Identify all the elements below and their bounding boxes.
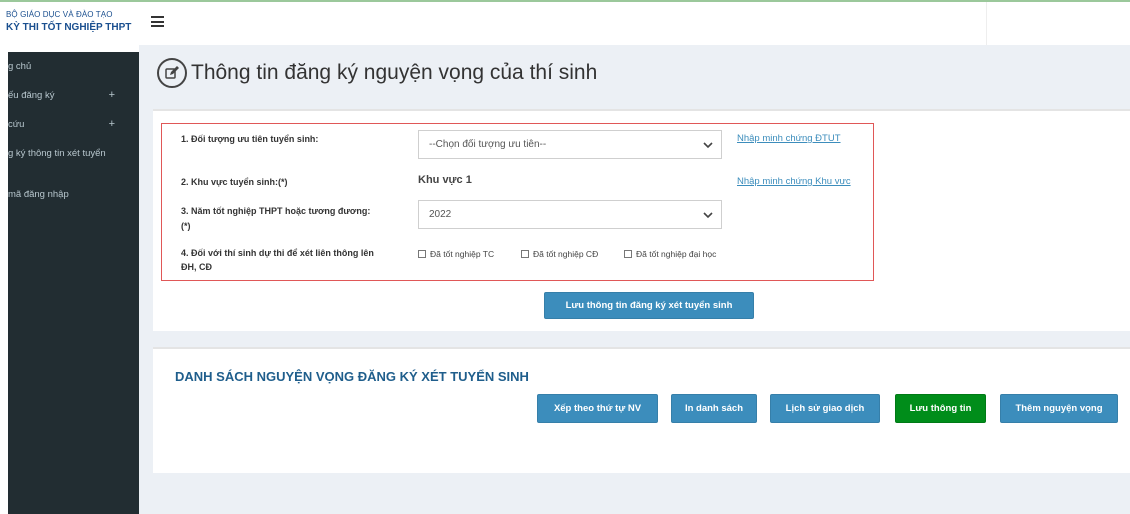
save-info-button[interactable]: Lưu thông tin xyxy=(895,394,986,423)
grad-year-select-value: 2022 xyxy=(429,209,452,220)
checkbox-cd[interactable]: Đã tốt nghiệp CĐ xyxy=(521,249,598,259)
transfer-label: 4. Đối với thí sinh dự thi để xét liên t… xyxy=(181,247,374,274)
header-divider xyxy=(986,2,987,45)
page-title: Thông tin đăng ký nguyện vọng của thí si… xyxy=(191,61,598,84)
expand-plus-icon[interactable]: + xyxy=(109,117,115,131)
priority-proof-link[interactable]: Nhập minh chứng ĐTUT xyxy=(737,133,841,144)
transfer-label-line1: 4. Đối với thí sinh dự thi để xét liên t… xyxy=(181,248,374,258)
print-list-button[interactable]: In danh sách xyxy=(671,394,757,423)
sidebar-item-label: ếu đăng ký xyxy=(8,90,55,101)
checkbox-university[interactable]: Đã tốt nghiệp đại học xyxy=(624,249,716,259)
wishlist-panel: DANH SÁCH NGUYỆN VỌNG ĐĂNG KÝ XÉT TUYỂN … xyxy=(153,347,1130,473)
sidebar-item-label: g chủ xyxy=(8,61,32,72)
main-content: Thông tin đăng ký nguyện vọng của thí si… xyxy=(139,45,1130,514)
chevron-down-icon xyxy=(703,142,713,149)
brand-logo[interactable]: BỘ GIÁO DỤC VÀ ĐÀO TẠO KỲ THI TỐT NGHIỆP… xyxy=(0,2,139,52)
brand-ministry: BỘ GIÁO DỤC VÀ ĐÀO TẠO xyxy=(6,10,113,19)
hamburger-menu-icon[interactable] xyxy=(151,16,164,27)
transaction-history-button[interactable]: Lịch sử giao dịch xyxy=(770,394,880,423)
region-proof-link[interactable]: Nhập minh chứng Khu vực xyxy=(737,176,851,187)
checkbox-label: Đã tốt nghiệp TC xyxy=(430,249,495,259)
checkbox-box[interactable] xyxy=(418,250,426,258)
checkbox-box[interactable] xyxy=(521,250,529,258)
sidebar: g chủ ếu đăng ký + cứu + g ký thông tin … xyxy=(8,52,139,514)
registration-info-panel: 1. Đối tượng ưu tiên tuyển sinh: --Chọn … xyxy=(153,109,1130,331)
checkbox-label: Đã tốt nghiệp đại học xyxy=(636,249,717,259)
wishlist-title: DANH SÁCH NGUYỆN VỌNG ĐĂNG KÝ XÉT TUYỂN … xyxy=(175,369,529,384)
edit-icon xyxy=(157,58,187,88)
page-header: Thông tin đăng ký nguyện vọng của thí si… xyxy=(157,57,597,89)
sidebar-item-login-code[interactable]: mã đăng nhập xyxy=(8,180,139,209)
priority-select-value: --Chọn đối tượng ưu tiên-- xyxy=(429,139,547,150)
sidebar-item-label: g ký thông tin xét tuyển xyxy=(8,148,106,159)
checkbox-tc[interactable]: Đã tốt nghiệp TC xyxy=(418,249,494,259)
checkbox-box[interactable] xyxy=(624,250,632,258)
grad-year-select[interactable]: 2022 xyxy=(418,200,722,229)
top-header xyxy=(139,2,1130,45)
chevron-down-icon xyxy=(703,212,713,219)
sidebar-item-label: cứu xyxy=(8,119,25,130)
priority-label: 1. Đối tượng ưu tiên tuyển sinh: xyxy=(181,134,319,144)
save-registration-button[interactable]: Lưu thông tin đăng ký xét tuyển sinh xyxy=(544,292,754,319)
sidebar-item-label: mã đăng nhập xyxy=(8,189,69,200)
sidebar-item-admission-registration[interactable]: g ký thông tin xét tuyển xyxy=(8,139,139,168)
sidebar-item-lookup[interactable]: cứu + xyxy=(8,110,139,139)
expand-plus-icon[interactable]: + xyxy=(109,88,115,102)
sidebar-item-registration-form[interactable]: ếu đăng ký + xyxy=(8,81,139,110)
add-wish-button[interactable]: Thêm nguyện vọng xyxy=(1000,394,1118,423)
brand-exam-name: KỲ THI TỐT NGHIỆP THPT xyxy=(6,22,132,33)
grad-year-label-line1: 3. Năm tốt nghiệp THPT hoặc tương đương: xyxy=(181,206,371,216)
transfer-label-line2: ĐH, CĐ xyxy=(181,262,212,272)
sidebar-item-home[interactable]: g chủ xyxy=(8,52,139,81)
checkbox-label: Đã tốt nghiệp CĐ xyxy=(533,249,599,259)
region-value: Khu vực 1 xyxy=(418,174,472,186)
grad-year-label: 3. Năm tốt nghiệp THPT hoặc tương đương:… xyxy=(181,205,370,233)
sort-by-order-button[interactable]: Xếp theo thứ tự NV xyxy=(537,394,658,423)
region-label: 2. Khu vực tuyển sinh:(*) xyxy=(181,177,288,187)
priority-select[interactable]: --Chọn đối tượng ưu tiên-- xyxy=(418,130,722,159)
grad-year-label-line2: (*) xyxy=(181,221,191,231)
